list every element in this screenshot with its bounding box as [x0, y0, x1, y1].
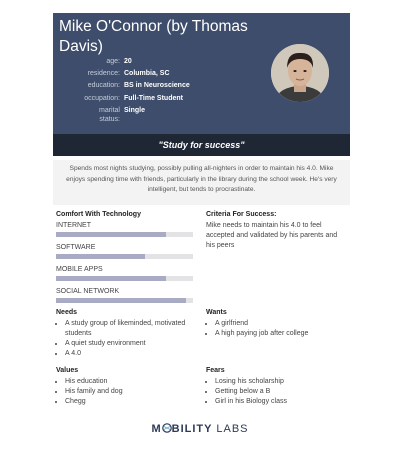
tech-bar-fill: [56, 254, 146, 259]
tech-bar-track: [56, 254, 193, 259]
persona-quote: "Study for success": [53, 134, 350, 156]
tech-bar-fill: [56, 232, 166, 237]
fears-section: Fears Losing his scholarship Getting bel…: [206, 367, 346, 407]
tech-row-software: SOFTWARE: [56, 243, 196, 259]
persona-facts: age: 20 residence: Columbia, SC educatio…: [53, 56, 273, 124]
mobility-labs-logo: M BILITY LABS: [0, 423, 400, 435]
tech-label: MOBILE APPS: [56, 266, 103, 273]
needs-section: Needs A study group of likeminded, motiv…: [56, 309, 196, 359]
list-item: Getting below a B: [215, 387, 346, 397]
tech-comfort-section: Comfort With Technology INTERNET SOFTWAR…: [56, 211, 196, 309]
list-item: His education: [65, 377, 196, 387]
tech-row-internet: INTERNET: [56, 221, 196, 237]
values-section: Values His education His family and dog …: [56, 367, 196, 407]
tech-comfort-title: Comfort With Technology: [56, 211, 141, 218]
tech-bar-fill: [56, 298, 187, 303]
list-item: His family and dog: [65, 387, 196, 397]
logo-text-m: M: [151, 423, 162, 435]
fact-label: marital status:: [98, 107, 120, 124]
logo-text-bility: BILITY: [171, 423, 213, 435]
fact-label: occupation:: [84, 94, 120, 102]
fact-value: Single: [124, 106, 146, 114]
tech-label: SOCIAL NETWORK: [56, 288, 120, 295]
fact-value: Full-Time Student: [124, 94, 183, 102]
wants-title: Wants: [206, 309, 227, 316]
list-item: A high paying job after college: [215, 329, 346, 339]
persona-name: Mike O'Connor (by Thomas Davis): [59, 18, 248, 55]
list-item: Chegg: [65, 397, 196, 407]
persona-bio: Spends most nights studying, possibly pu…: [53, 160, 350, 205]
tech-label: INTERNET: [56, 222, 91, 229]
tech-bar-track: [56, 298, 193, 303]
list-item: A 4.0: [65, 349, 196, 359]
wants-section: Wants A girlfriend A high paying job aft…: [206, 309, 346, 339]
list-item: A quiet study environment: [65, 339, 196, 349]
tech-bar-track: [56, 232, 193, 237]
persona-photo: [271, 44, 329, 102]
fears-title: Fears: [206, 367, 225, 374]
persona-header: Mike O'Connor (by Thomas Davis) age: 20 …: [53, 13, 350, 134]
fact-label: residence:: [87, 70, 120, 78]
list-item: A girlfriend: [215, 319, 346, 329]
fact-residence: residence: Columbia, SC: [53, 68, 273, 80]
fact-label: age:: [106, 58, 120, 65]
list-item: Losing his scholarship: [215, 377, 346, 387]
tech-row-mobile-apps: MOBILE APPS: [56, 265, 196, 281]
criteria-text: Mike needs to maintain his 4.0 to feel a…: [206, 222, 338, 249]
criteria-title: Criteria For Success:: [206, 211, 277, 218]
fact-marital-status: marital status: Single: [53, 105, 273, 125]
tech-label: SOFTWARE: [56, 244, 96, 251]
tech-bar-fill: [56, 276, 166, 281]
fact-occupation: occupation: Full-Time Student: [53, 93, 273, 105]
list-item: A study group of likeminded, motivated s…: [65, 319, 196, 339]
tech-bar-track: [56, 276, 193, 281]
fact-value: Columbia, SC: [124, 70, 170, 78]
logo-globe-icon: [161, 423, 172, 433]
values-list: His education His family and dog Chegg: [56, 377, 196, 407]
fact-value: BS in Neuroscience: [124, 82, 190, 90]
fact-value: 20: [124, 58, 132, 65]
criteria-section: Criteria For Success: Mike needs to main…: [206, 211, 346, 251]
wants-list: A girlfriend A high paying job after col…: [206, 319, 346, 339]
logo-text-labs: LABS: [216, 423, 249, 435]
values-title: Values: [56, 367, 79, 374]
fact-age: age: 20: [53, 56, 273, 68]
needs-list: A study group of likeminded, motivated s…: [56, 319, 196, 359]
list-item: Girl in his Biology class: [215, 397, 346, 407]
needs-title: Needs: [56, 309, 78, 316]
tech-row-social-network: SOCIAL NETWORK: [56, 287, 196, 303]
fears-list: Losing his scholarship Getting below a B…: [206, 377, 346, 407]
fact-label: education:: [87, 82, 120, 90]
fact-education: education: BS in Neuroscience: [53, 80, 273, 92]
persona-photo-image: [271, 44, 329, 102]
